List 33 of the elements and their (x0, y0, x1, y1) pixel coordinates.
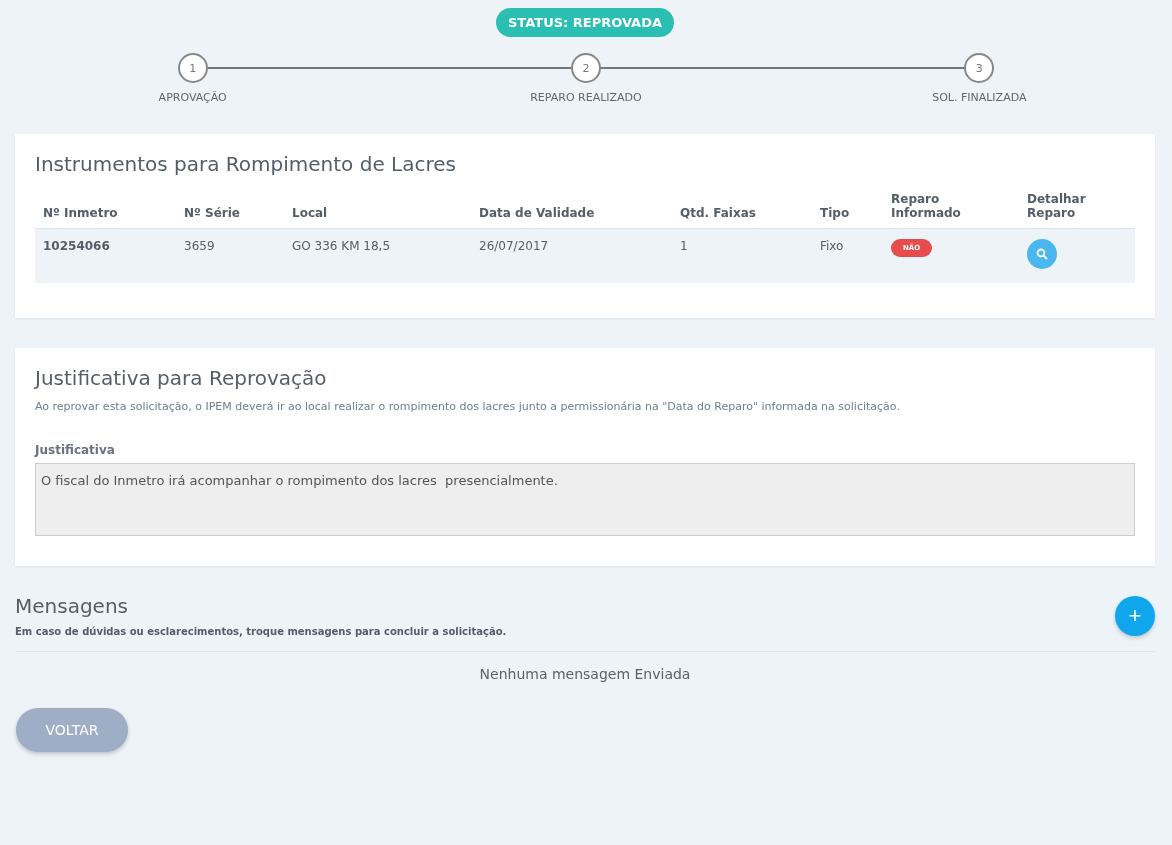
step-label: REPARO REALIZADO (530, 91, 642, 104)
section-title: Justificativa para Reprovação (35, 366, 328, 390)
table-cell: 3659 (184, 239, 215, 253)
column-header: Tipo (812, 192, 883, 229)
table-cell: Fixo (820, 239, 844, 253)
status-badge: STATUS: REPROVADA (496, 8, 674, 37)
empty-message: Nenhuma mensagem Enviada (478, 666, 692, 682)
column-header: Reparo Informado (883, 192, 1019, 229)
add-button[interactable]: + (1115, 595, 1155, 636)
search-icon (1036, 248, 1048, 260)
section-title: Instrumentos para Rompimento de Lacres (35, 152, 457, 176)
search-button[interactable] (1027, 239, 1057, 269)
section-title: Mensagens (15, 594, 129, 618)
table-cell: 1 (680, 239, 688, 253)
step-label: APROVAÇÃO (158, 91, 227, 104)
table-cell: 10254066 (43, 239, 110, 253)
table-cell: 26/07/2017 (479, 239, 549, 253)
column-header: Qtd. Faixas (672, 192, 812, 229)
step-circle: 2 (571, 53, 601, 83)
column-header: Data de Validade (471, 192, 672, 229)
step-circle: 3 (964, 53, 995, 83)
justification-field[interactable]: O fiscal do Inmetro irá acompanhar o rompimento dos lacres presencialmente. (35, 463, 1135, 536)
field-label: Justificativa (35, 443, 116, 457)
column-header: Detalhar Reparo (1019, 192, 1135, 229)
back-button[interactable]: VOLTAR (16, 708, 128, 752)
column-header: Nº Série (176, 192, 284, 229)
step-circle: 1 (177, 53, 208, 83)
column-header: Local (284, 192, 471, 229)
description-text: Ao reprovar esta solicitação, o IPEM deverá ir ao local realizar o rompimento dos lacres junto a permissionária na "Data do Reparo" informada na solicitação. (35, 400, 901, 413)
description-text: Em caso de dúvidas ou esclarecimentos, troque mensagens para concluir a solicitação. (15, 626, 507, 637)
column-header: Nº Inmetro (35, 192, 176, 229)
table-cell: GO 336 KM 18,5 (292, 239, 391, 253)
step-label: SOL. FINALIZADA (932, 91, 1027, 104)
